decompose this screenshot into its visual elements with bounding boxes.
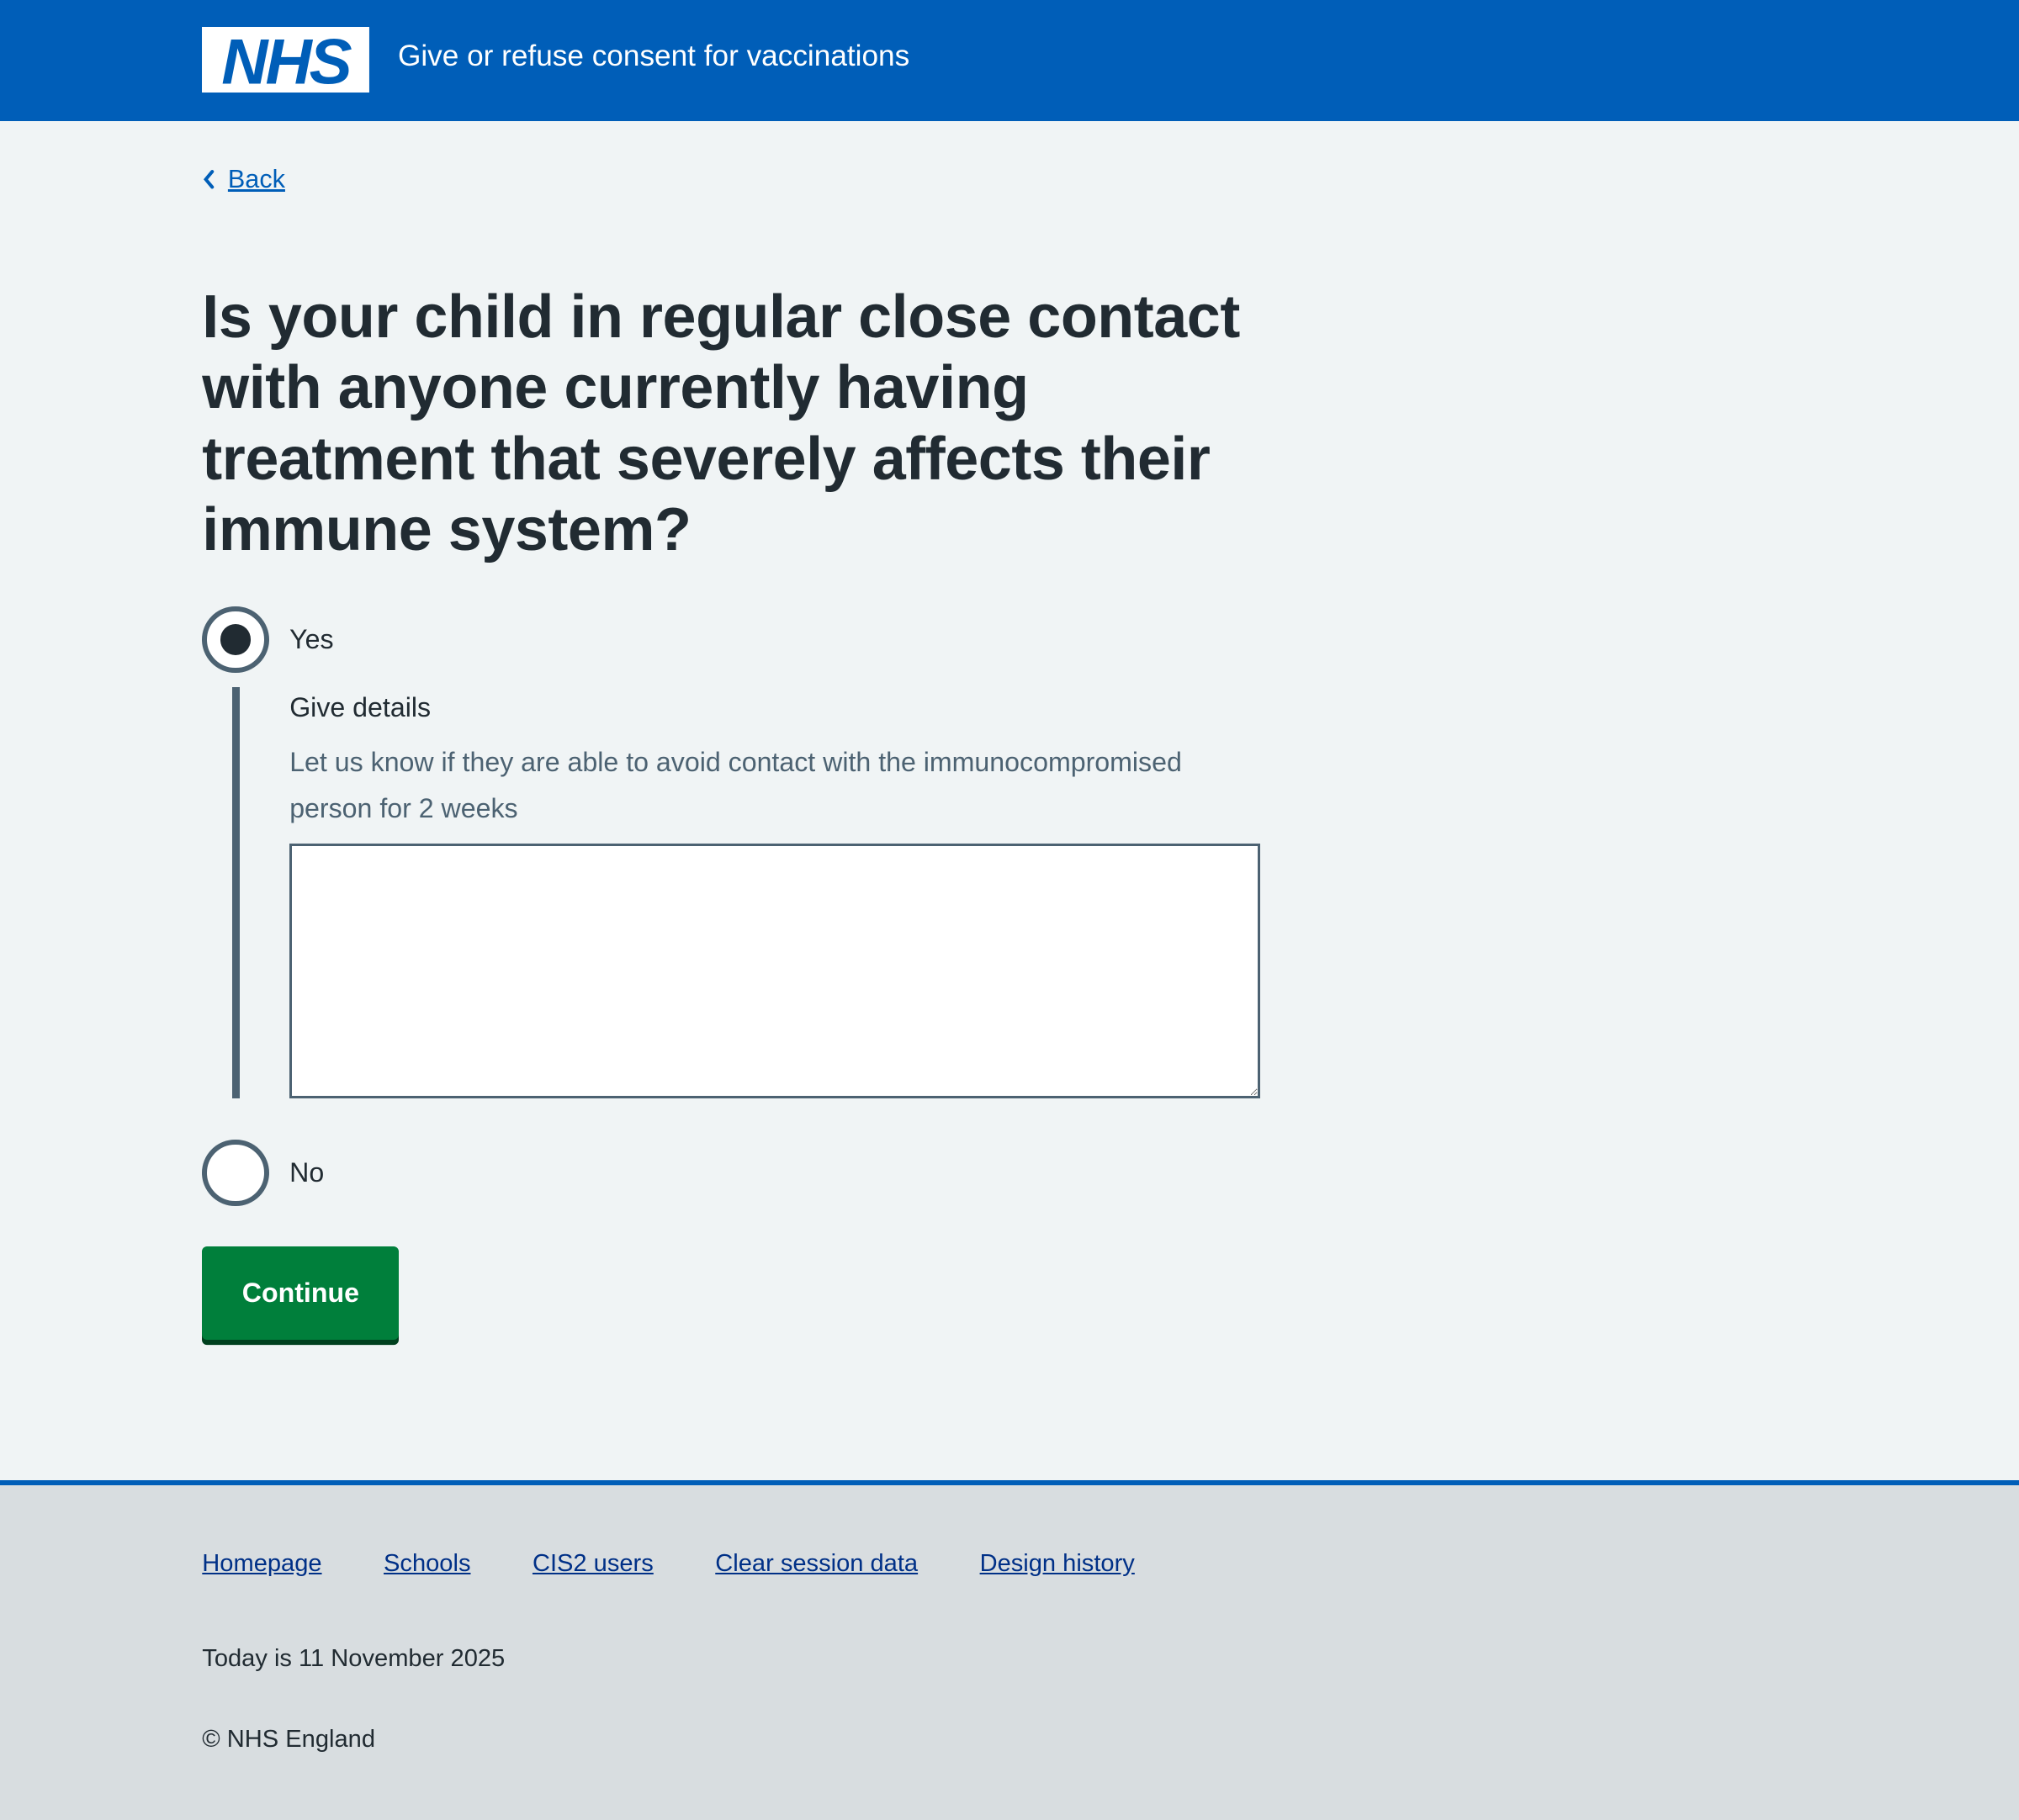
details-label: Give details: [289, 692, 432, 723]
radio-circle[interactable]: [202, 1139, 269, 1206]
svg-text:NHS: NHS: [222, 27, 352, 93]
conditional-details: Give details Let us know if they are abl…: [231, 687, 1269, 1098]
radio-label: Yes: [289, 624, 334, 655]
chevron-left-icon: [204, 170, 215, 189]
footer-link-homepage[interactable]: Homepage: [202, 1550, 321, 1578]
page-title: Is your child in regular close contact w…: [202, 283, 1240, 563]
footer-link-design-history[interactable]: Design history: [980, 1550, 1135, 1578]
today-date: Today is 11 November 2025: [202, 1644, 506, 1672]
radio-no[interactable]: No: [202, 1139, 325, 1206]
header: NHS Give or refuse consent for vaccinati…: [0, 0, 2019, 121]
radio-yes[interactable]: Yes: [202, 606, 334, 674]
back-link[interactable]: Back: [202, 165, 285, 194]
details-textarea[interactable]: [289, 843, 1261, 1098]
service-name[interactable]: Give or refuse consent for vaccinations: [398, 40, 909, 73]
footer: Homepage Schools CIS2 users Clear sessio…: [0, 1480, 2019, 1820]
copyright: © NHS England: [202, 1726, 375, 1754]
footer-link-cis2-users[interactable]: CIS2 users: [533, 1550, 654, 1578]
details-hint: Let us know if they are able to avoid co…: [289, 746, 1182, 823]
back-label: Back: [227, 164, 285, 193]
footer-link-clear-session[interactable]: Clear session data: [715, 1550, 918, 1578]
continue-button[interactable]: Continue: [202, 1246, 400, 1341]
footer-links: Homepage Schools CIS2 users Clear sessio…: [202, 1550, 1135, 1578]
nhs-logo[interactable]: NHS: [202, 27, 370, 93]
radio-label: No: [289, 1156, 325, 1188]
radio-circle[interactable]: [202, 606, 269, 674]
footer-link-schools[interactable]: Schools: [384, 1550, 470, 1578]
